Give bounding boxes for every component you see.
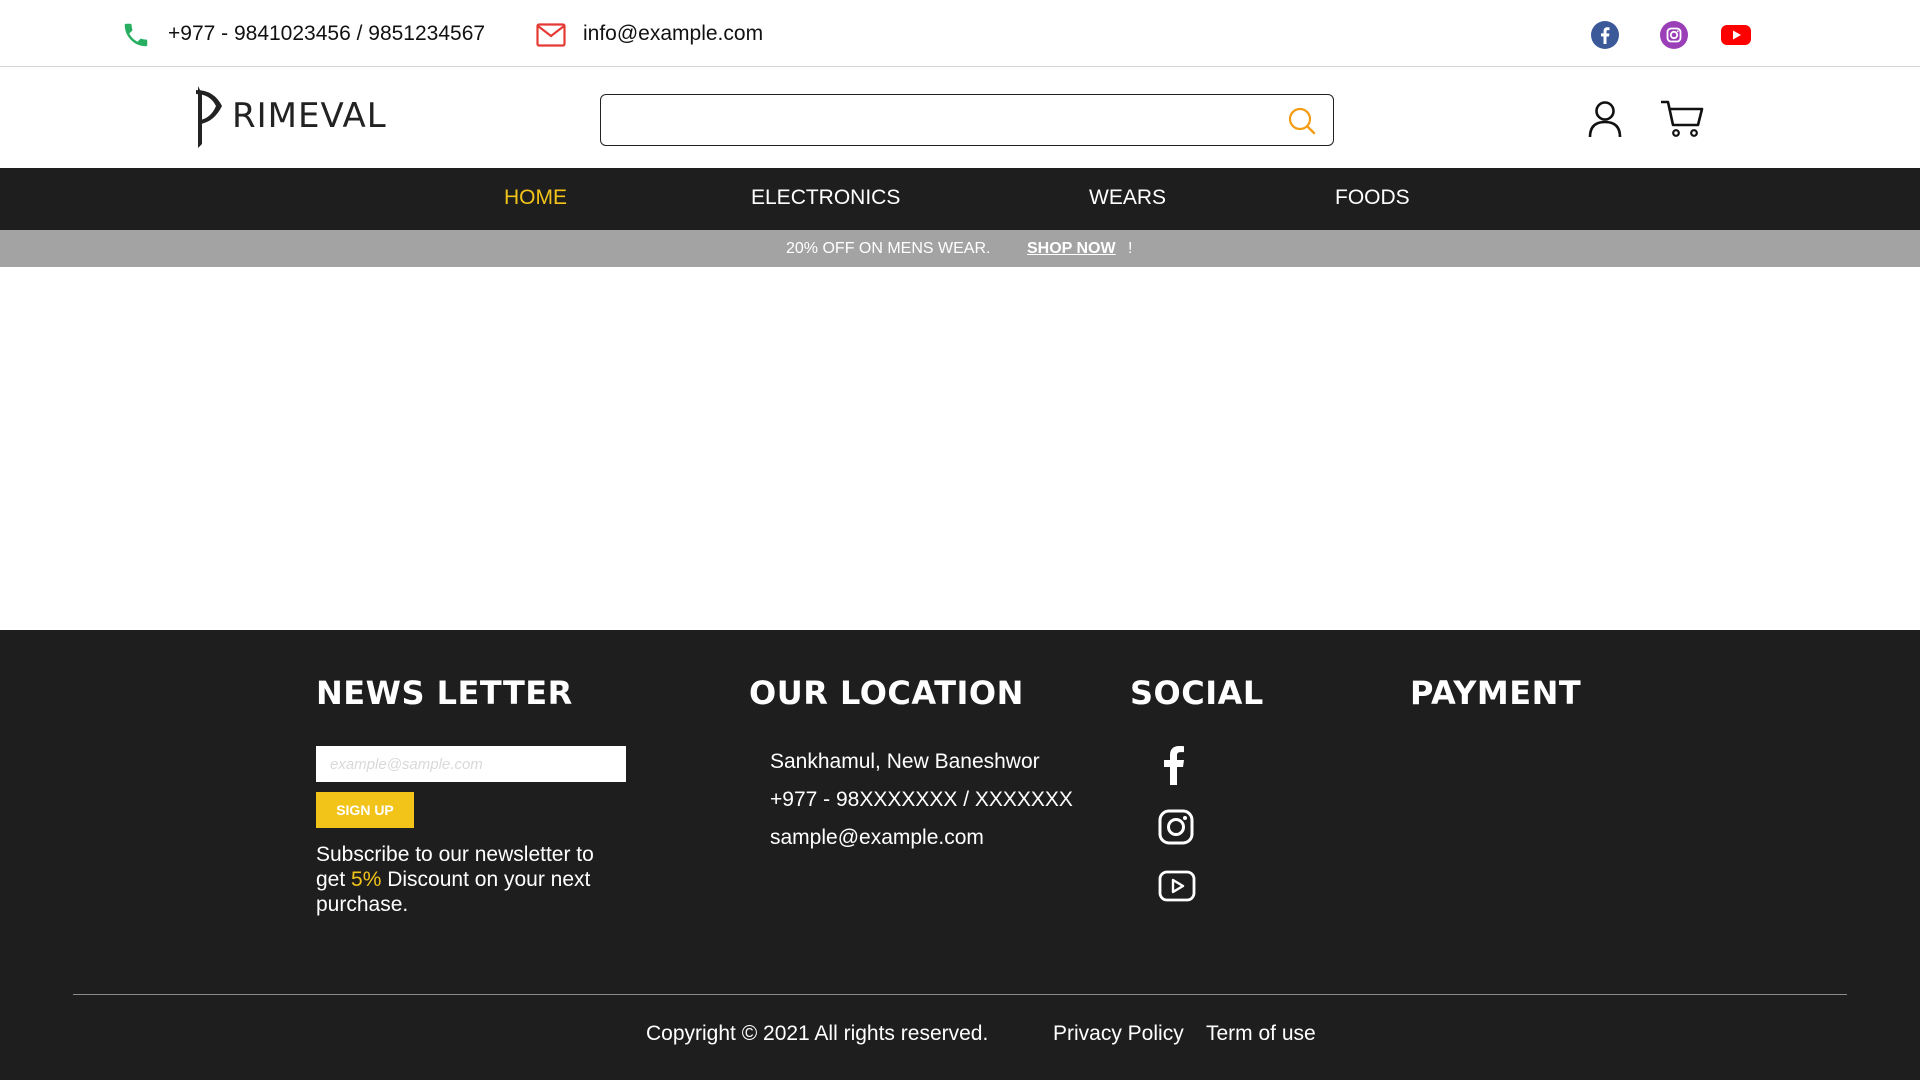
location-email[interactable]: sample@example.com <box>770 826 984 850</box>
privacy-policy-link[interactable]: Privacy Policy <box>1053 1022 1184 1046</box>
nav-item-foods[interactable]: FOODS <box>1335 186 1410 210</box>
youtube-icon[interactable] <box>1720 22 1752 48</box>
nav-item-home[interactable]: HOME <box>504 186 567 210</box>
footer-divider <box>73 994 1847 995</box>
newsletter-description: Subscribe to our newsletter to get 5% Di… <box>316 842 616 917</box>
contact-email[interactable]: info@example.com <box>583 22 763 46</box>
sign-up-button[interactable]: SIGN UP <box>316 792 414 828</box>
mail-icon <box>536 23 566 47</box>
terms-of-use-link[interactable]: Term of use <box>1206 1022 1316 1046</box>
footer: NEWS LETTER OUR LOCATION SOCIAL PAYMENT … <box>0 630 1920 1080</box>
phone-icon <box>124 23 148 47</box>
contact-phone: +977 - 9841023456 / 9851234567 <box>168 22 486 45</box>
top-bar: +977 - 9841023456 / 9851234567 info@exam… <box>0 0 1920 67</box>
payment-heading: PAYMENT <box>1410 674 1582 712</box>
logo-text: RIMEVAL <box>232 96 387 136</box>
promo-suffix: ! <box>1128 240 1133 257</box>
location-heading: OUR LOCATION <box>749 674 1024 712</box>
newsletter-heading: NEWS LETTER <box>316 674 573 712</box>
promo-text: 20% OFF ON MENS WEAR. <box>786 240 991 257</box>
newsletter-email-field[interactable] <box>316 746 626 782</box>
logo[interactable]: RIMEVAL <box>188 84 388 150</box>
main-nav: HOME ELECTRONICS WEARS FOODS <box>0 168 1920 230</box>
logo-mark-icon <box>196 86 222 148</box>
copyright-text: Copyright © 2021 All rights reserved. <box>646 1022 989 1045</box>
youtube-icon[interactable] <box>1158 870 1196 902</box>
facebook-icon[interactable] <box>1160 745 1188 785</box>
social-heading: SOCIAL <box>1130 674 1264 712</box>
instagram-icon[interactable] <box>1659 20 1689 50</box>
shop-now-link[interactable]: SHOP NOW <box>1027 240 1116 258</box>
location-address: Sankhamul, New Baneshwor <box>770 750 1040 773</box>
nav-item-wears[interactable]: WEARS <box>1089 186 1166 210</box>
main-content <box>0 267 1920 630</box>
search-icon[interactable] <box>1287 106 1317 136</box>
promo-bar: 20% OFF ON MENS WEAR. SHOP NOW ! <box>0 230 1920 267</box>
instagram-icon[interactable] <box>1158 809 1194 845</box>
cart-icon[interactable] <box>1660 98 1704 138</box>
nav-item-electronics[interactable]: ELECTRONICS <box>751 186 900 210</box>
search-box <box>600 94 1334 146</box>
header: RIMEVAL <box>0 68 1920 168</box>
location-phone: +977 - 98XXXXXXX / XXXXXXX <box>770 788 1073 811</box>
discount-highlight: 5% <box>351 868 382 891</box>
facebook-icon[interactable] <box>1590 20 1620 50</box>
user-icon[interactable] <box>1587 100 1623 138</box>
search-input[interactable] <box>613 101 1253 139</box>
